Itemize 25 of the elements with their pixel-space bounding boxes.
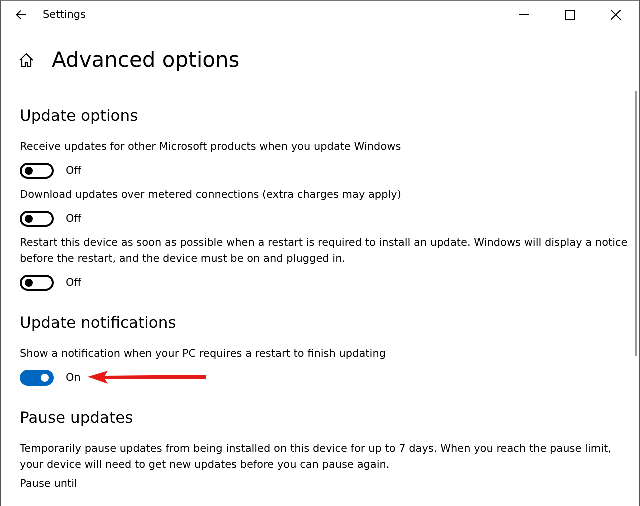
setting-label: Receive updates for other Microsoft products when you update Windows [20,140,402,155]
minimize-icon [519,14,529,15]
scrollbar[interactable] [635,91,637,356]
toggle-switch[interactable] [20,370,54,386]
toggle-state: Off [66,212,82,227]
close-icon [611,10,621,20]
home-icon[interactable] [19,52,34,68]
toggle-state: Off [66,164,82,179]
section-heading: Update options [20,106,140,126]
description-text: Temporarily pause updates from being installed on this device for up to 7 days. When you reach the pause limit, your device will need to get new updates before you can pause again. [20,442,612,473]
toggle-state: Off [66,276,82,291]
toggle-switch[interactable] [20,163,54,179]
window-title: Settings [43,8,88,20]
toggle-switch[interactable] [20,275,54,291]
section-heading: Pause updates [20,408,134,428]
field-caption: Pause until [20,477,78,492]
setting-label: Download updates over metered connections (extra charges may apply) [20,188,402,203]
setting-label: Restart this device as soon as possible when a restart is required to install an update. Windows will display a notice before the restart, and the device must be on and plugged in. [20,236,629,267]
maximize-icon [565,10,575,20]
toggle-state: On [66,371,81,386]
section-heading: Update notifications [20,312,178,334]
toggle-switch[interactable] [20,211,54,227]
setting-label: Show a notification when your PC requires a restart to finish updating [20,347,388,362]
page-title: Advanced options [52,48,240,72]
back-arrow-icon [16,10,26,20]
